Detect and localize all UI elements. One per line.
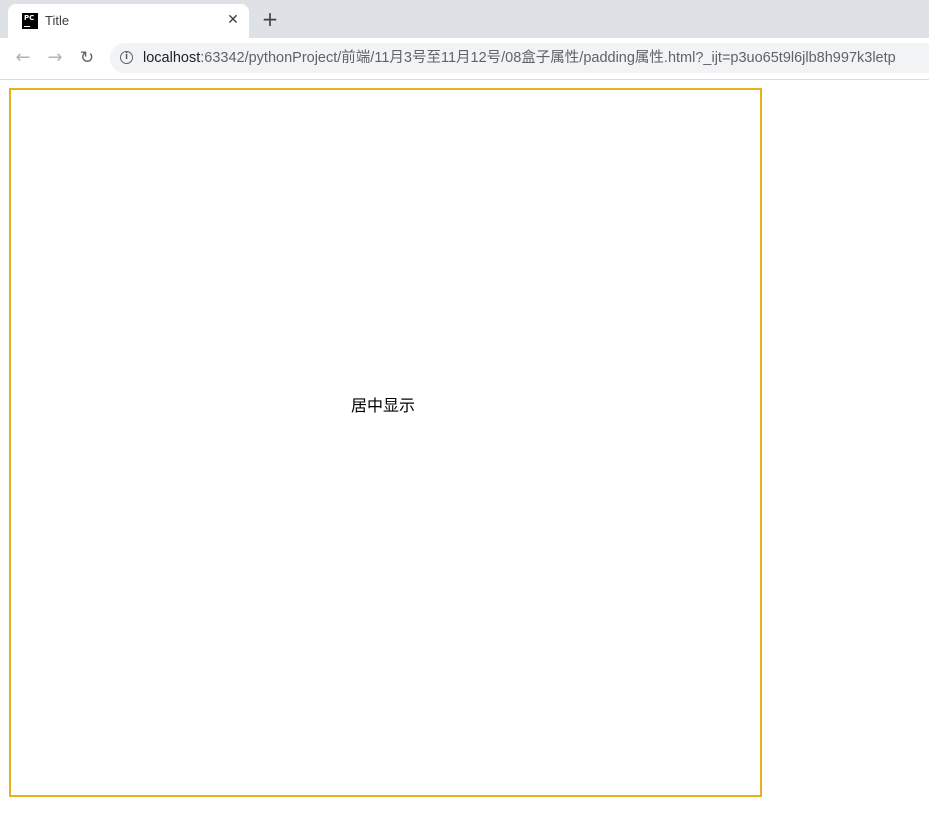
pycharm-favicon-icon: PC	[22, 13, 38, 29]
reload-icon[interactable]: ↻	[76, 47, 98, 69]
tab-strip: PC Title ✕ +	[0, 0, 929, 38]
address-bar[interactable]: i localhost:63342/pythonProject/前端/11月3号…	[110, 43, 929, 73]
tab-title: Title	[45, 13, 70, 28]
info-icon[interactable]: i	[120, 51, 133, 64]
url-path: :63342/pythonProject/前端/11月3号至11月12号/08盒…	[200, 50, 896, 66]
back-arrow-icon[interactable]: ←	[12, 47, 34, 69]
new-tab-icon[interactable]: +	[260, 9, 280, 29]
browser-toolbar: ← → ↻ i localhost:63342/pythonProject/前端…	[0, 38, 929, 80]
tab-title-page[interactable]: PC Title ✕	[8, 4, 249, 38]
centered-text: 居中显示	[351, 396, 416, 415]
forward-arrow-icon[interactable]: →	[44, 47, 66, 69]
page-viewport: 居中显示	[0, 80, 929, 836]
browser-window: PC Title ✕ + ← → ↻ i localhost:63342/pyt…	[0, 0, 929, 836]
favicon-text: PC	[24, 14, 35, 22]
url-text[interactable]: localhost:63342/pythonProject/前端/11月3号至1…	[143, 50, 896, 66]
url-host: localhost	[143, 50, 201, 66]
close-icon[interactable]: ✕	[224, 11, 242, 29]
padding-box: 居中显示	[9, 88, 762, 797]
favicon-bar	[24, 26, 30, 27]
